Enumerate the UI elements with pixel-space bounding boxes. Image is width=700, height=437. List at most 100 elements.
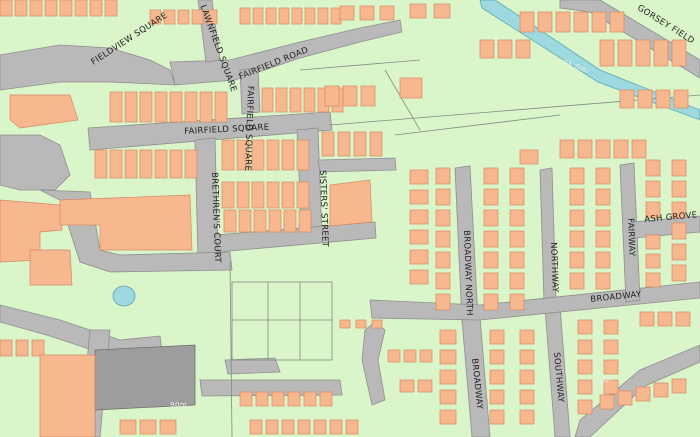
building — [635, 386, 651, 402]
building — [39, 354, 96, 437]
building — [14, 0, 28, 17]
building — [124, 91, 138, 123]
building — [59, 0, 73, 17]
building — [31, 339, 45, 357]
building — [595, 230, 611, 248]
building — [330, 7, 342, 25]
building — [304, 7, 316, 25]
building — [253, 209, 267, 233]
building — [519, 409, 535, 425]
building — [238, 209, 252, 233]
building — [489, 349, 505, 365]
building — [577, 379, 593, 395]
building — [29, 0, 43, 17]
building — [599, 394, 615, 410]
building — [324, 85, 340, 107]
building — [509, 251, 525, 269]
building — [655, 89, 671, 109]
building — [399, 379, 415, 393]
building — [569, 272, 585, 290]
building — [387, 349, 401, 363]
street-label-fairfield-square-vertical: FAIRFIELD SQUARE — [242, 85, 255, 172]
building — [119, 419, 137, 435]
street-label-sisters-street: SISTERS' STREET — [317, 169, 330, 248]
building — [265, 7, 277, 25]
building — [603, 359, 619, 375]
building — [221, 181, 235, 209]
building — [353, 131, 367, 157]
building — [483, 167, 499, 185]
building — [15, 339, 29, 357]
building — [671, 264, 687, 282]
building — [342, 85, 358, 107]
building — [489, 409, 505, 425]
building — [223, 209, 237, 233]
building — [509, 167, 525, 185]
building — [0, 0, 13, 17]
building — [265, 419, 279, 435]
building — [657, 311, 673, 327]
building — [298, 209, 312, 233]
building — [439, 329, 457, 345]
building — [595, 272, 611, 290]
building — [483, 230, 499, 248]
building — [317, 7, 329, 25]
building — [653, 39, 669, 67]
building — [555, 11, 571, 33]
building — [639, 311, 655, 327]
building — [489, 389, 505, 405]
building — [169, 149, 183, 179]
building — [169, 91, 183, 123]
road-link-east — [317, 157, 397, 173]
building — [177, 9, 190, 25]
building — [199, 91, 213, 123]
building — [569, 230, 585, 248]
building — [577, 319, 593, 335]
building — [509, 230, 525, 248]
building — [249, 419, 263, 435]
spot-height-label: 90m — [170, 401, 188, 409]
building — [399, 77, 423, 99]
building — [559, 139, 575, 159]
building — [371, 319, 383, 329]
building — [603, 339, 619, 355]
building — [268, 209, 282, 233]
building — [439, 389, 457, 405]
building — [635, 39, 651, 67]
building — [595, 251, 611, 269]
building — [329, 419, 343, 435]
building — [339, 5, 355, 21]
building — [483, 293, 499, 311]
building — [671, 222, 687, 240]
building — [637, 89, 653, 109]
building — [221, 139, 235, 171]
building — [439, 369, 457, 385]
building — [239, 391, 253, 407]
building — [673, 89, 689, 109]
building — [595, 139, 611, 159]
building — [271, 391, 285, 407]
building — [483, 188, 499, 206]
building — [321, 131, 335, 157]
building — [409, 229, 429, 245]
building — [645, 272, 661, 288]
building — [619, 89, 635, 109]
building — [645, 253, 661, 269]
building — [519, 389, 535, 405]
building — [345, 419, 359, 435]
map-layer — [0, 0, 700, 437]
building — [283, 209, 297, 233]
building — [569, 167, 585, 185]
building — [515, 39, 531, 59]
building — [599, 39, 615, 67]
building — [266, 181, 280, 209]
building — [297, 419, 311, 435]
building — [435, 272, 451, 290]
map-canvas[interactable]: FAIRFIELD SQUARE FAIRFIELD ROAD FAIRFIEL… — [0, 0, 700, 437]
building — [214, 91, 228, 123]
building — [613, 139, 629, 159]
building — [569, 251, 585, 269]
building — [603, 319, 619, 335]
building — [251, 181, 265, 209]
building — [671, 243, 687, 261]
